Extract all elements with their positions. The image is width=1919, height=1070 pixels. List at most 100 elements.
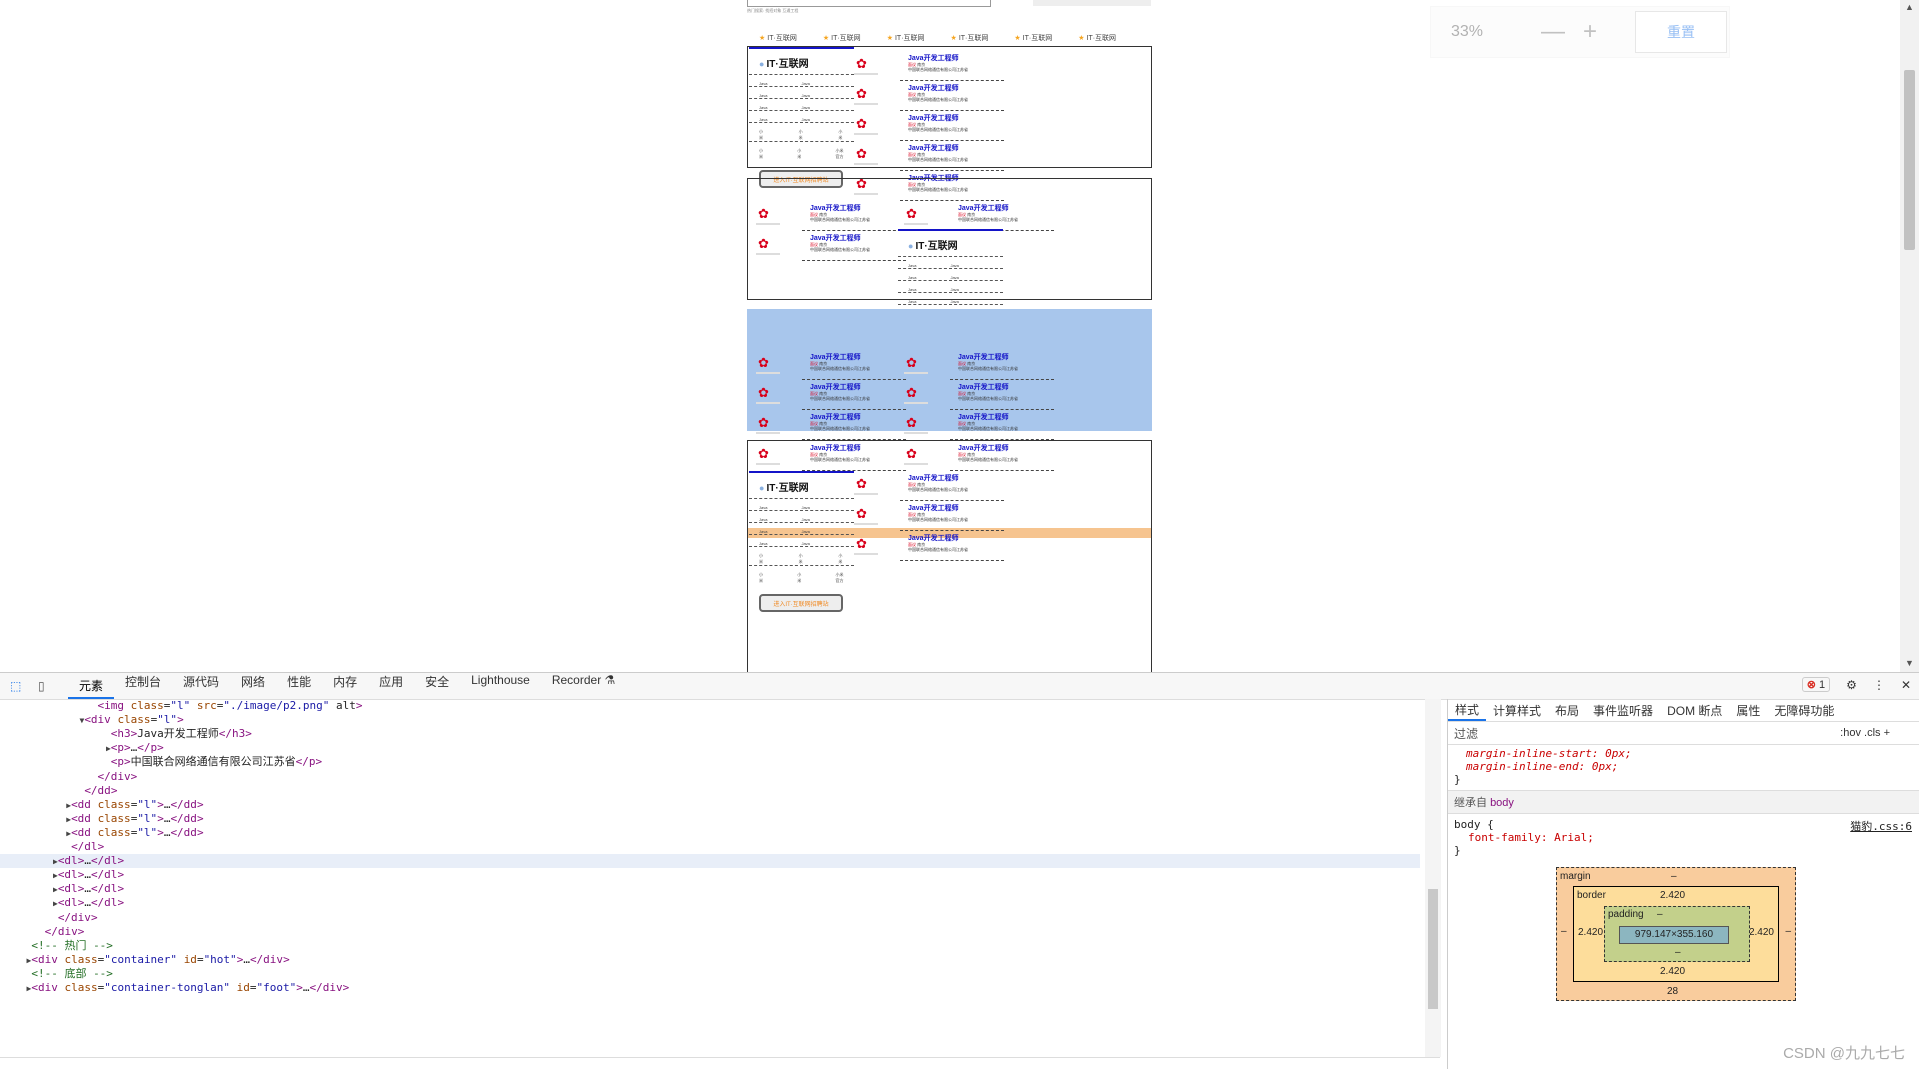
- dom-node-line[interactable]: </dd>: [0, 784, 117, 798]
- card-link[interactable]: 小米: [838, 553, 844, 565]
- card-link[interactable]: 小米官方: [836, 148, 845, 160]
- card-link[interactable]: Java: [801, 517, 809, 522]
- card-link[interactable]: 小米: [797, 148, 801, 160]
- job-item[interactable]: ✿ Java开发工程师 面议 南京 中国联合网络通信有限公司江苏省: [848, 531, 1008, 565]
- styles-tab[interactable]: 布局: [1548, 702, 1586, 719]
- dom-node-line[interactable]: ▶<dd class="l">…</dd>: [0, 826, 203, 840]
- card-link[interactable]: Java: [908, 287, 916, 292]
- search-button[interactable]: [1033, 0, 1151, 6]
- settings-gear-icon[interactable]: ⚙: [1846, 678, 1857, 692]
- card-link[interactable]: Java: [759, 105, 767, 110]
- dom-node-line[interactable]: ▶<dd class="l">…</dd>: [0, 812, 203, 826]
- job-item[interactable]: ✿ Java开发工程师 面议 南京 中国联合网络通信有限公司江苏省: [750, 380, 910, 414]
- close-icon[interactable]: ✕: [1901, 678, 1911, 692]
- dom-node-line[interactable]: ▶<div class="container-tonglan" id="foot…: [0, 981, 350, 995]
- job-item[interactable]: ✿ Java开发工程师 面议 南京 中国联合网络通信有限公司江苏省: [848, 501, 1008, 535]
- job-item[interactable]: ✿ Java开发工程师 面议 南京 中国联合网络通信有限公司江苏省: [898, 380, 1058, 414]
- job-item[interactable]: ✿ Java开发工程师 面议 南京 中国联合网络通信有限公司江苏省: [898, 441, 1058, 475]
- devtools-tab[interactable]: 安全: [414, 673, 460, 699]
- job-item[interactable]: ✿ Java开发工程师 面议 南京 中国联合网络通信有限公司江苏省: [848, 51, 1008, 85]
- styles-tab[interactable]: 无障碍功能: [1767, 702, 1841, 719]
- rule-prop[interactable]: font-family: Arial;: [1454, 831, 1914, 844]
- enter-site-button[interactable]: 进入IT·互联网招聘站: [759, 594, 843, 612]
- elements-tree[interactable]: <img class="l" src="./image/p2.png" alt>…: [0, 699, 1425, 1057]
- dom-node-line[interactable]: ▶<dl>…</dl>: [0, 896, 124, 910]
- category-link[interactable]: IT·互联网: [759, 33, 797, 43]
- error-badge[interactable]: ⊗ 1: [1801, 677, 1831, 692]
- styles-tab[interactable]: 样式: [1448, 699, 1487, 721]
- zoom-reset-button[interactable]: 重置: [1635, 11, 1728, 53]
- dom-node-line[interactable]: <p>中国联合网络通信有限公司江苏省</p>: [0, 755, 322, 769]
- dom-node-line[interactable]: ▶<dd class="l">…</dd>: [0, 798, 203, 812]
- dom-node-line[interactable]: </div>: [0, 770, 138, 784]
- devtools-tab[interactable]: Recorder ⚗: [541, 673, 626, 699]
- card-link[interactable]: 小米: [759, 148, 763, 160]
- devtools-tab[interactable]: 网络: [230, 673, 276, 699]
- devtools-tab[interactable]: 性能: [276, 673, 322, 699]
- card-link[interactable]: Java: [801, 93, 809, 98]
- category-link[interactable]: IT·互联网: [951, 33, 989, 43]
- devtools-tab[interactable]: Lighthouse: [460, 673, 541, 699]
- inherited-from[interactable]: body: [1490, 797, 1514, 809]
- dom-node-line[interactable]: <h3>Java开发工程师</h3>: [0, 727, 252, 741]
- dom-node-line[interactable]: </div>: [0, 925, 85, 939]
- card-link[interactable]: 小米: [759, 553, 765, 565]
- zoom-in-button[interactable]: +: [1583, 18, 1597, 46]
- card-link[interactable]: 小米: [797, 572, 801, 584]
- rule-source-link[interactable]: 猫豹.css:6: [1850, 818, 1912, 834]
- card-link[interactable]: Java: [759, 117, 767, 122]
- card-link[interactable]: Java: [908, 299, 916, 304]
- card-link[interactable]: 小米: [759, 129, 765, 141]
- dom-node-line[interactable]: ▶<div class="container" id="hot">…</div>: [0, 953, 290, 967]
- card-link[interactable]: Java: [908, 263, 916, 268]
- card-link[interactable]: Java: [759, 529, 767, 534]
- card-link[interactable]: Java: [801, 541, 809, 546]
- devtools-tab[interactable]: 源代码: [172, 673, 230, 699]
- card-link[interactable]: Java: [950, 275, 958, 280]
- devtools-tab[interactable]: 控制台: [114, 673, 172, 699]
- card-link[interactable]: 小米: [799, 129, 805, 141]
- job-item[interactable]: ✿ Java开发工程师 面议 南京 中国联合网络通信有限公司江苏省: [750, 231, 910, 265]
- card-link[interactable]: Java: [801, 529, 809, 534]
- dom-node-line[interactable]: ▶<dl>…</dl>: [0, 854, 1420, 869]
- card-link[interactable]: Java: [950, 287, 958, 292]
- scrollbar-thumb[interactable]: [1428, 889, 1438, 1009]
- job-item[interactable]: ✿ Java开发工程师 面议 南京 中国联合网络通信有限公司江苏省: [848, 111, 1008, 145]
- inspect-icon[interactable]: ⬚: [10, 679, 28, 693]
- job-item[interactable]: ✿ Java开发工程师 面议 南京 中国联合网络通信有限公司江苏省: [848, 81, 1008, 115]
- device-toolbar-icon[interactable]: ▯: [38, 679, 56, 693]
- more-options-icon[interactable]: ⋮: [1873, 678, 1885, 692]
- styles-tab[interactable]: 事件监听器: [1586, 702, 1660, 719]
- card-link[interactable]: Java: [950, 299, 958, 304]
- card-link[interactable]: Java: [801, 117, 809, 122]
- zoom-out-button[interactable]: —: [1541, 18, 1565, 46]
- card-link[interactable]: Java: [801, 505, 809, 510]
- dom-node-line[interactable]: ▶<p>…</p>: [0, 741, 164, 755]
- filter-input[interactable]: 过滤: [1454, 725, 1478, 742]
- breadcrumb[interactable]: [0, 1057, 1440, 1070]
- styles-tab[interactable]: 属性: [1729, 702, 1767, 719]
- dom-node-line[interactable]: ▶<dl>…</dl>: [0, 882, 124, 896]
- card-link[interactable]: Java: [759, 81, 767, 86]
- card-link[interactable]: Java: [759, 505, 767, 510]
- scroll-up-icon[interactable]: ▲: [1905, 2, 1914, 12]
- search-box[interactable]: [747, 0, 991, 7]
- scroll-down-icon[interactable]: ▼: [1905, 658, 1914, 668]
- elements-scrollbar[interactable]: [1425, 699, 1441, 1057]
- job-item[interactable]: ✿ Java开发工程师 面议 南京 中国联合网络通信有限公司江苏省: [898, 410, 1058, 444]
- dom-node-line[interactable]: ▼<div class="l">: [0, 713, 183, 727]
- job-item[interactable]: ✿ Java开发工程师 面议 南京 中国联合网络通信有限公司江苏省: [848, 471, 1008, 505]
- card-link[interactable]: 小米官方: [836, 572, 845, 584]
- card-link[interactable]: Java: [908, 275, 916, 280]
- card-link[interactable]: Java: [759, 517, 767, 522]
- card-link[interactable]: 小米: [759, 572, 763, 584]
- dom-node-line[interactable]: <!-- 底部 -->: [0, 967, 113, 981]
- category-link[interactable]: IT·互联网: [1014, 33, 1053, 43]
- job-item[interactable]: ✿ Java开发工程师 面议 南京 中国联合网络通信有限公司江苏省: [750, 441, 910, 475]
- filter-options[interactable]: :hov .cls +: [1840, 727, 1890, 739]
- card-link[interactable]: 小米: [838, 129, 844, 141]
- category-link[interactable]: IT·互联网: [1078, 33, 1117, 43]
- card-link[interactable]: Java: [950, 263, 958, 268]
- job-item[interactable]: ✿ Java开发工程师 面议 南京 中国联合网络通信有限公司江苏省: [750, 350, 910, 384]
- job-item[interactable]: ✿ Java开发工程师 面议 南京 中国联合网络通信有限公司江苏省: [898, 350, 1058, 384]
